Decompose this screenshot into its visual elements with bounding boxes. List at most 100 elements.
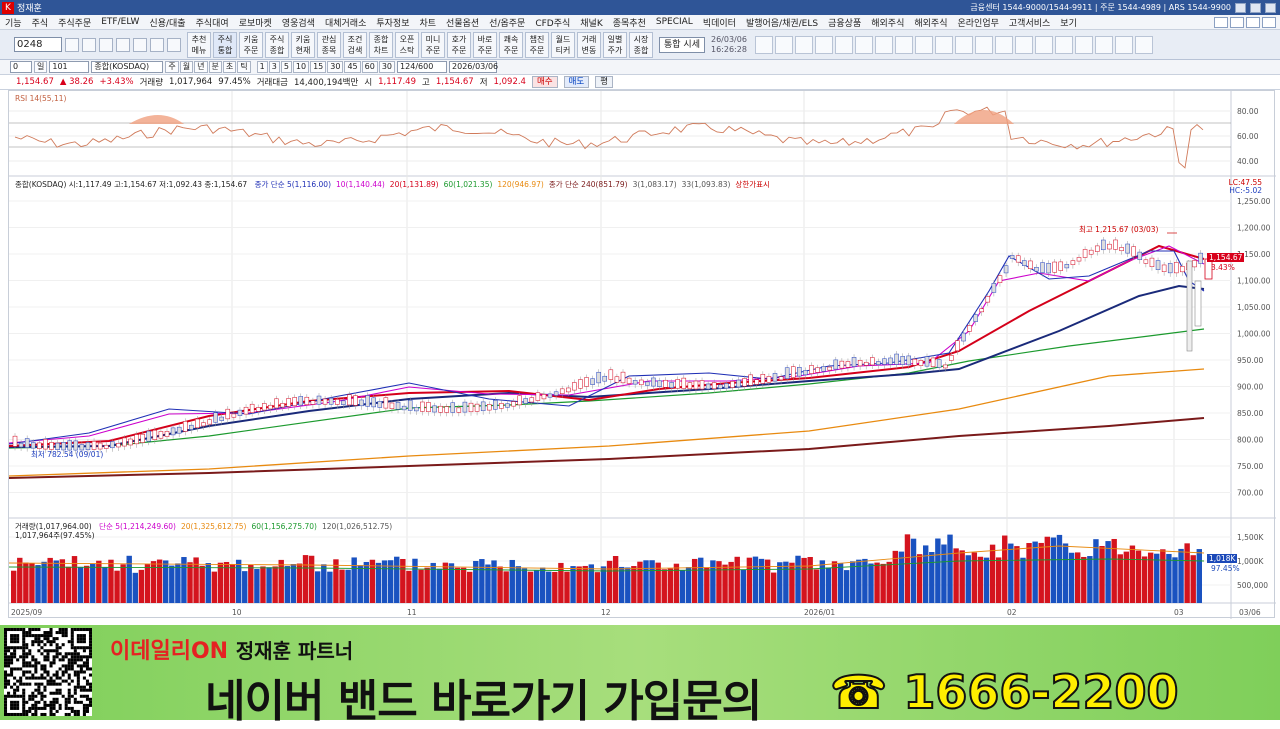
layout-4-icon[interactable]: [1262, 16, 1276, 28]
menu-item[interactable]: 영웅검색: [277, 16, 320, 29]
toolbar-button[interactable]: 월드 티커: [551, 31, 575, 58]
index-name-field[interactable]: 종합(KOSDAQ): [91, 61, 164, 73]
layout-1-icon[interactable]: [1214, 16, 1228, 28]
menu-item[interactable]: 채널K: [575, 16, 607, 29]
sell-button[interactable]: 매도: [563, 76, 590, 88]
price-chart-svg[interactable]: 80.0060.0040.001,250.001,200.001,150.001…: [9, 91, 1276, 619]
period-select[interactable]: 일: [34, 61, 48, 73]
user-icon[interactable]: [133, 37, 147, 52]
gear-icon[interactable]: [167, 37, 181, 52]
chart-code-select[interactable]: 0: [10, 61, 32, 73]
drawing-tool-icon[interactable]: [774, 35, 793, 54]
menu-item[interactable]: SPECIAL: [651, 17, 698, 27]
menu-item[interactable]: 로보마켓: [234, 16, 277, 29]
period-button[interactable]: 년: [194, 61, 208, 73]
toolbar-button[interactable]: 일별 주가: [603, 31, 627, 58]
menu-item[interactable]: 주식: [27, 16, 54, 29]
period-button[interactable]: 월: [179, 61, 194, 73]
drawing-tool-icon[interactable]: [1034, 35, 1053, 54]
toolbar-button[interactable]: 시장 종합: [629, 31, 653, 58]
toolbar-button[interactable]: 오픈 스탁: [395, 31, 419, 58]
minute-button[interactable]: 3: [268, 61, 280, 73]
toolbar-button[interactable]: 조건 검색: [343, 31, 367, 58]
drawing-tool-icon[interactable]: [1094, 35, 1113, 54]
menu-item[interactable]: 차트: [414, 16, 441, 29]
period-button[interactable]: 초: [222, 61, 237, 73]
toolbar-button[interactable]: 종합 차트: [369, 31, 393, 58]
menu-item[interactable]: 발행어음/채권/ELS: [741, 16, 823, 29]
toolbar-button[interactable]: 호가 주문: [447, 31, 471, 58]
window-icon[interactable]: [150, 37, 164, 52]
drawing-tool-icon[interactable]: [834, 35, 853, 54]
toolbar-button[interactable]: 챕진 주문: [525, 31, 549, 58]
search-icon[interactable]: [65, 37, 79, 52]
menu-item[interactable]: 금융상품: [823, 16, 866, 29]
menu-item[interactable]: 기능: [0, 16, 27, 29]
menu-item[interactable]: 선/옵주문: [484, 16, 530, 29]
layout-3-icon[interactable]: [1246, 16, 1260, 28]
chart-panel[interactable]: 80.00 60.00 40.00 1,250.00 1,200.00 1,150.00 1…: [8, 90, 1276, 619]
trade-quote-button[interactable]: 통합 시세: [659, 36, 705, 53]
drawing-tool-icon[interactable]: [1014, 35, 1033, 54]
drawing-tool-icon[interactable]: [934, 35, 953, 54]
buy-button[interactable]: 매수: [531, 76, 558, 88]
menu-item[interactable]: 대체거래소: [320, 16, 371, 29]
promo-banner[interactable]: 이데일리ON 정재훈 파트너 네이버 밴드 바로가기 가입문의 ☎ 1666-2…: [0, 625, 1280, 727]
drawing-tool-icon[interactable]: [814, 35, 833, 54]
menu-item[interactable]: 선물옵션: [441, 16, 484, 29]
menu-item[interactable]: 보기: [1055, 16, 1082, 29]
menu-item[interactable]: 신용/대출: [144, 16, 190, 29]
minute-button[interactable]: 10: [292, 61, 310, 73]
screen-code-input[interactable]: 0248: [14, 37, 62, 52]
flat-button[interactable]: 평: [595, 76, 614, 88]
drawing-tool-icon[interactable]: [1114, 35, 1133, 54]
toolbar-button[interactable]: 주식 종합: [265, 31, 289, 58]
menu-item[interactable]: 주식대여: [191, 16, 234, 29]
drawing-tool-icon[interactable]: [794, 35, 813, 54]
minute-button[interactable]: 1: [256, 61, 268, 73]
menu-item[interactable]: 해외주식: [909, 16, 952, 29]
toolbar-button[interactable]: 관심 종목: [317, 31, 341, 58]
toolbar-button[interactable]: 미니 주문: [421, 31, 445, 58]
save-icon[interactable]: [99, 37, 113, 52]
drawing-tool-icon[interactable]: [914, 35, 933, 54]
minute-button[interactable]: 30: [378, 61, 396, 73]
toolbar-button[interactable]: 바로 주문: [473, 31, 497, 58]
toolbar-button[interactable]: 키움 현재: [291, 31, 315, 58]
toolbar-button[interactable]: 추천 메뉴: [187, 31, 211, 58]
menu-item[interactable]: 해외주식: [866, 16, 909, 29]
drawing-tool-icon[interactable]: [894, 35, 913, 54]
chart-date-field[interactable]: 2026/03/06: [449, 61, 498, 73]
menu-item[interactable]: 주식주문: [53, 16, 96, 29]
menu-item[interactable]: ETF/ELW: [96, 17, 144, 27]
minute-button[interactable]: 15: [310, 61, 327, 73]
layout-2-icon[interactable]: [1230, 16, 1244, 28]
menu-item[interactable]: 종목추천: [608, 16, 651, 29]
print-icon[interactable]: [82, 37, 96, 52]
drawing-tool-icon[interactable]: [754, 35, 773, 54]
menu-item[interactable]: CFD주식: [530, 16, 575, 29]
close-button[interactable]: [1265, 2, 1276, 13]
bar-count-field[interactable]: 124/600: [397, 61, 448, 73]
toolbar-button[interactable]: 거래 변동: [577, 31, 601, 58]
settings-icon[interactable]: [116, 37, 130, 52]
index-code-input[interactable]: 101: [49, 61, 90, 73]
drawing-tool-icon[interactable]: [854, 35, 873, 54]
drawing-tool-icon[interactable]: [1054, 35, 1073, 54]
period-button[interactable]: 틱: [237, 61, 251, 73]
drawing-tool-icon[interactable]: [874, 35, 893, 54]
menu-item[interactable]: 투자정보: [371, 16, 414, 29]
maximize-button[interactable]: [1250, 2, 1261, 13]
toolbar-button[interactable]: 주식 통합: [213, 31, 237, 58]
minute-button[interactable]: 30: [327, 61, 344, 73]
minimize-button[interactable]: [1235, 2, 1246, 13]
drawing-tool-icon[interactable]: [974, 35, 993, 54]
menu-item[interactable]: 온라인업무: [952, 16, 1003, 29]
toolbar-button[interactable]: 키움 주문: [239, 31, 263, 58]
drawing-tool-icon[interactable]: [1134, 35, 1153, 54]
minute-button[interactable]: 60: [361, 61, 378, 73]
drawing-tool-icon[interactable]: [1074, 35, 1093, 54]
period-button[interactable]: 분: [208, 61, 222, 73]
qr-code-icon[interactable]: [4, 628, 92, 716]
toolbar-button[interactable]: 쾌속 주문: [499, 31, 523, 58]
